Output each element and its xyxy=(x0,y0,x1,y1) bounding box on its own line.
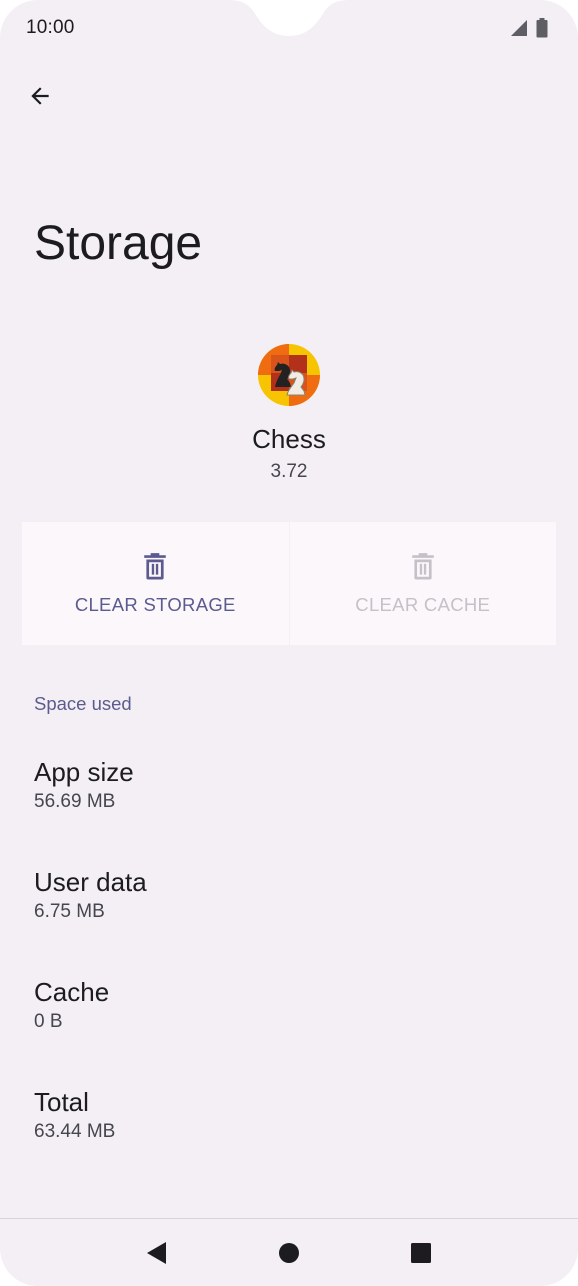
cellular-signal-icon xyxy=(511,20,527,36)
back-button[interactable] xyxy=(18,74,62,118)
action-buttons: CLEAR STORAGE CLEAR CACHE xyxy=(22,522,556,645)
list-item-value: 0 B xyxy=(34,1011,63,1032)
section-header-space-used: Space used xyxy=(34,693,132,714)
trash-icon xyxy=(144,553,167,580)
camera-notch xyxy=(228,0,350,36)
list-item-app-size[interactable]: App size 56.69 MB xyxy=(34,756,544,814)
list-item-value: 63.44 MB xyxy=(34,1121,116,1142)
navigation-bar xyxy=(0,1219,578,1286)
list-item-title: Cache xyxy=(34,977,110,1007)
recents-square-icon xyxy=(411,1243,431,1263)
page-title: Storage xyxy=(34,217,203,270)
app-header: Chess 3.72 xyxy=(0,343,578,484)
clear-cache-button[interactable]: CLEAR CACHE xyxy=(289,522,556,645)
nav-home-button[interactable] xyxy=(275,1239,303,1267)
arrow-back-icon xyxy=(31,87,49,105)
chess-app-icon xyxy=(258,344,320,406)
app-version: 3.72 xyxy=(270,461,308,482)
list-item-title: Total xyxy=(34,1087,89,1117)
list-item-value: 6.75 MB xyxy=(34,901,105,922)
status-icons xyxy=(510,18,548,38)
nav-recents-button[interactable] xyxy=(407,1239,435,1267)
app-name: Chess xyxy=(252,424,326,454)
status-time: 10:00 xyxy=(26,17,75,38)
list-item-value: 56.69 MB xyxy=(34,791,116,812)
nav-back-button[interactable] xyxy=(142,1239,170,1267)
list-item-title: User data xyxy=(34,867,147,897)
list-item-total[interactable]: Total 63.44 MB xyxy=(34,1086,544,1144)
clear-cache-label: CLEAR CACHE xyxy=(355,594,491,615)
trash-icon xyxy=(411,553,434,580)
list-item-user-data[interactable]: User data 6.75 MB xyxy=(34,866,544,924)
storage-screen: 10:00 Storage Chess 3.72 CLEAR STORAGE C… xyxy=(0,0,578,1286)
clear-storage-label: CLEAR STORAGE xyxy=(74,594,236,615)
list-item-title: App size xyxy=(34,757,134,787)
home-circle-icon xyxy=(279,1243,299,1263)
battery-icon xyxy=(536,18,548,38)
list-item-cache[interactable]: Cache 0 B xyxy=(34,976,544,1034)
back-triangle-icon xyxy=(147,1242,166,1264)
clear-storage-button[interactable]: CLEAR STORAGE xyxy=(22,522,289,645)
